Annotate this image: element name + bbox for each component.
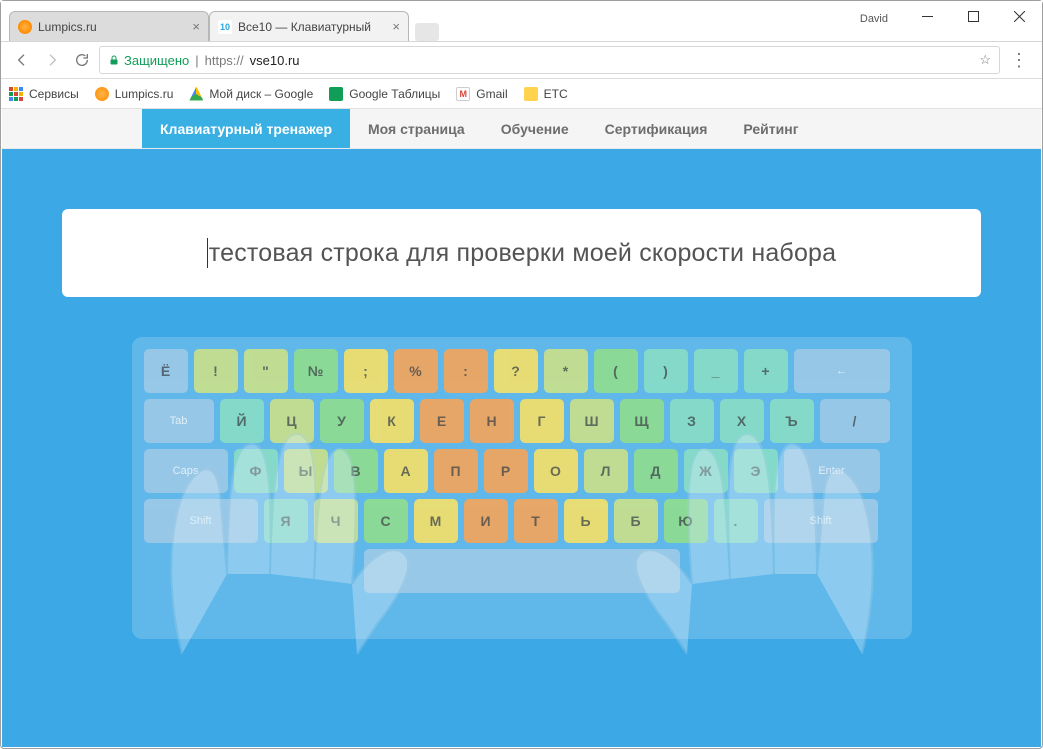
bookmark-sheets[interactable]: Google Таблицы xyxy=(329,87,440,101)
page-viewport: Клавиатурный тренажер Моя страница Обуче… xyxy=(2,109,1041,747)
site-nav: Клавиатурный тренажер Моя страница Обуче… xyxy=(2,109,1041,149)
key: % xyxy=(394,349,438,393)
nav-rating[interactable]: Рейтинг xyxy=(725,109,816,148)
close-tab-icon[interactable]: × xyxy=(192,19,200,34)
drive-icon xyxy=(189,87,203,101)
typing-input[interactable]: тестовая строка для проверки моей скорос… xyxy=(62,209,981,297)
key: Г xyxy=(520,399,564,443)
bookmark-label: Сервисы xyxy=(29,87,79,101)
bookmark-label: Gmail xyxy=(476,87,507,101)
folder-icon xyxy=(524,87,538,101)
tab-title: Все10 — Клавиатурный xyxy=(238,20,371,34)
hand-left-illustration xyxy=(142,414,442,654)
chrome-menu-button[interactable]: ⋮ xyxy=(1004,50,1034,71)
apps-button[interactable]: Сервисы xyxy=(9,87,79,101)
bookmark-label: Google Таблицы xyxy=(349,87,440,101)
key: Ь xyxy=(564,499,608,543)
nav-label: Клавиатурный тренажер xyxy=(160,121,332,137)
nav-label: Рейтинг xyxy=(743,121,798,137)
key: " xyxy=(244,349,288,393)
browser-tab-vse10[interactable]: 10 Все10 — Клавиатурный × xyxy=(209,11,409,41)
key: + xyxy=(744,349,788,393)
nav-label: Моя страница xyxy=(368,121,465,137)
gmail-icon: M xyxy=(456,87,470,101)
favicon-lumpics xyxy=(18,20,32,34)
key: ! xyxy=(194,349,238,393)
window-close-button[interactable] xyxy=(996,1,1042,31)
key: Т xyxy=(514,499,558,543)
nav-mypage[interactable]: Моя страница xyxy=(350,109,483,148)
bookmark-star-icon[interactable]: ☆ xyxy=(979,52,991,68)
reload-button[interactable] xyxy=(69,47,95,73)
key: Н xyxy=(470,399,514,443)
favicon-lumpics xyxy=(95,87,109,101)
browser-tab-lumpics[interactable]: Lumpics.ru × xyxy=(9,11,209,41)
profile-name[interactable]: David xyxy=(860,7,904,25)
window-minimize-button[interactable] xyxy=(904,1,950,31)
key: * xyxy=(544,349,588,393)
nav-cert[interactable]: Сертификация xyxy=(587,109,726,148)
new-tab-button[interactable] xyxy=(415,23,439,41)
nav-label: Обучение xyxy=(501,121,569,137)
key: О xyxy=(534,449,578,493)
trainer-area: тестовая строка для проверки моей скорос… xyxy=(2,149,1041,747)
virtual-keyboard: Ё ! " № ; % : ? * ( ) _ + ← Tab xyxy=(132,337,912,639)
forward-button[interactable] xyxy=(39,47,65,73)
address-bar: Защищено | https://vse10.ru ☆ ⋮ xyxy=(1,41,1042,79)
bookmark-label: Lumpics.ru xyxy=(115,87,174,101)
bookmark-label: ETC xyxy=(544,87,568,101)
nav-label: Сертификация xyxy=(605,121,708,137)
url-input[interactable]: Защищено | https://vse10.ru ☆ xyxy=(99,46,1000,74)
window-maximize-button[interactable] xyxy=(950,1,996,31)
key: : xyxy=(444,349,488,393)
url-host: vse10.ru xyxy=(250,53,300,68)
secure-label: Защищено xyxy=(124,53,189,68)
key: И xyxy=(464,499,508,543)
bookmarks-bar: Сервисы Lumpics.ru Мой диск – Google Goo… xyxy=(1,79,1042,109)
hand-right-illustration xyxy=(602,414,902,654)
lock-icon xyxy=(108,54,120,66)
key: ) xyxy=(644,349,688,393)
bookmark-lumpics[interactable]: Lumpics.ru xyxy=(95,87,174,101)
window-titlebar: Lumpics.ru × 10 Все10 — Клавиатурный × D… xyxy=(1,1,1042,41)
nav-learning[interactable]: Обучение xyxy=(483,109,587,148)
text-cursor xyxy=(207,238,208,268)
key: Р xyxy=(484,449,528,493)
bookmark-etc[interactable]: ETC xyxy=(524,87,568,101)
typing-text: тестовая строка для проверки моей скорос… xyxy=(209,239,837,268)
bookmark-gmail[interactable]: M Gmail xyxy=(456,87,507,101)
apps-icon xyxy=(9,87,23,101)
secure-badge: Защищено xyxy=(108,53,189,68)
key: _ xyxy=(694,349,738,393)
key: № xyxy=(294,349,338,393)
key: ( xyxy=(594,349,638,393)
bookmark-label: Мой диск – Google xyxy=(209,87,313,101)
url-scheme: https:// xyxy=(205,53,244,68)
key-backspace: ← xyxy=(794,349,890,393)
key: Ё xyxy=(144,349,188,393)
tab-title: Lumpics.ru xyxy=(38,20,97,34)
favicon-vse10: 10 xyxy=(218,20,232,34)
sheets-icon xyxy=(329,87,343,101)
key: ? xyxy=(494,349,538,393)
bookmark-drive[interactable]: Мой диск – Google xyxy=(189,87,313,101)
key: ; xyxy=(344,349,388,393)
close-tab-icon[interactable]: × xyxy=(392,19,400,34)
back-button[interactable] xyxy=(9,47,35,73)
nav-trainer[interactable]: Клавиатурный тренажер xyxy=(142,109,350,148)
browser-tabstrip: Lumpics.ru × 10 Все10 — Клавиатурный × xyxy=(9,11,439,41)
